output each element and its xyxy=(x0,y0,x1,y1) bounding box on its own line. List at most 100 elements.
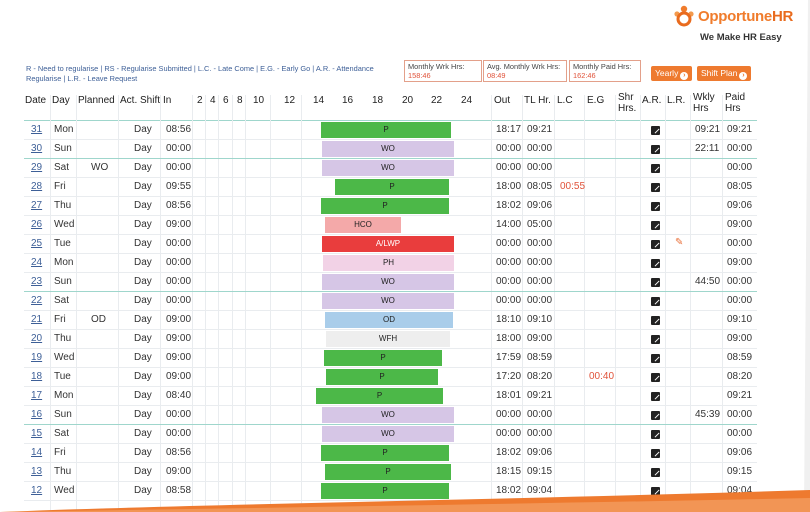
out-time-cell: 00:00 xyxy=(496,295,522,306)
attendance-regularise-icon[interactable] xyxy=(651,221,660,230)
attendance-regularise-icon[interactable] xyxy=(651,202,660,211)
paid-hours-cell: 00:00 xyxy=(727,276,753,287)
attendance-status-bar[interactable]: WO xyxy=(322,160,454,176)
date-link[interactable]: 13 xyxy=(31,465,42,479)
shift-plan-button[interactable]: Shift Plan › xyxy=(697,66,752,81)
attendance-status-bar[interactable]: P xyxy=(326,369,438,385)
attendance-status-bar[interactable]: P xyxy=(321,445,449,461)
brand-logo: OpportuneHR We Make HR Easy xyxy=(668,2,810,46)
attendance-regularise-icon[interactable] xyxy=(651,259,660,268)
date-link[interactable]: 26 xyxy=(31,218,42,232)
col-header-paid-hrs: Paid Hrs xyxy=(725,92,746,114)
out-time-cell: 00:00 xyxy=(496,276,522,287)
attendance-status-bar[interactable]: WO xyxy=(322,141,454,157)
attendance-status-bar[interactable]: P xyxy=(321,483,449,499)
col-header-tl-hr: TL Hr. xyxy=(524,95,551,106)
out-time-cell: 18:10 xyxy=(496,314,522,325)
attendance-regularise-icon[interactable] xyxy=(651,278,660,287)
attendance-regularise-icon[interactable] xyxy=(651,373,660,382)
date-link[interactable]: 28 xyxy=(31,180,42,194)
attendance-regularise-icon[interactable] xyxy=(651,164,660,173)
total-hours-cell: 00:00 xyxy=(527,162,553,173)
attendance-status-bar[interactable]: P xyxy=(324,350,442,366)
paid-hours-cell: 08:05 xyxy=(727,181,753,192)
in-time-cell: 09:00 xyxy=(166,219,192,230)
attendance-status-bar[interactable]: A/LWP xyxy=(322,236,454,252)
attendance-status-bar[interactable]: P xyxy=(325,464,451,480)
date-link[interactable]: 14 xyxy=(31,446,42,460)
table-row: 17 Mon Day 08:40 18:01 09:21 09:21 P xyxy=(24,387,757,406)
attendance-status-bar[interactable]: OD xyxy=(325,312,453,328)
attendance-status-bar[interactable]: WO xyxy=(322,407,454,423)
attendance-regularise-icon[interactable] xyxy=(651,430,660,439)
day-cell: Wed xyxy=(54,219,75,230)
attendance-regularise-icon[interactable] xyxy=(651,145,660,154)
date-link[interactable]: 27 xyxy=(31,199,42,213)
attendance-status-bar[interactable]: WO xyxy=(322,426,454,442)
total-hours-cell: 09:00 xyxy=(527,333,553,344)
attendance-status-bar[interactable]: WO xyxy=(322,274,454,290)
attendance-regularise-icon[interactable] xyxy=(651,335,660,344)
col-header-leave-request: L.R. xyxy=(667,95,686,106)
total-hours-cell: 05:00 xyxy=(527,219,553,230)
attendance-regularise-icon[interactable] xyxy=(651,449,660,458)
attendance-status-bar[interactable]: P xyxy=(321,122,451,138)
total-hours-cell: 09:06 xyxy=(527,447,553,458)
date-link[interactable]: 19 xyxy=(31,351,42,365)
timeline-hour-label: 12 xyxy=(284,95,296,106)
attendance-status-bar[interactable]: WO xyxy=(322,293,454,309)
date-link[interactable]: 22 xyxy=(31,294,42,308)
date-link[interactable]: 31 xyxy=(31,123,42,137)
leave-request-edit-icon[interactable]: ✎ xyxy=(675,238,685,248)
day-cell: Sun xyxy=(54,143,72,154)
attendance-regularise-icon[interactable] xyxy=(651,240,660,249)
date-link[interactable]: 12 xyxy=(31,484,42,498)
attendance-regularise-icon[interactable] xyxy=(651,183,660,192)
date-link[interactable]: 23 xyxy=(31,275,42,289)
attendance-regularise-icon[interactable] xyxy=(651,468,660,477)
act-shift-cell: Day xyxy=(134,390,152,401)
date-link[interactable]: 18 xyxy=(31,370,42,384)
date-link[interactable]: 30 xyxy=(31,142,42,156)
day-cell: Thu xyxy=(54,333,72,344)
table-row: 27 Thu Day 08:56 18:02 09:06 09:06 P xyxy=(24,197,757,216)
decorative-edge xyxy=(804,0,810,512)
day-cell: Fri xyxy=(54,447,66,458)
attendance-regularise-icon[interactable] xyxy=(651,126,660,135)
attendance-status-bar[interactable]: WFH xyxy=(326,331,450,347)
date-link[interactable]: 16 xyxy=(31,408,42,422)
date-link[interactable]: 29 xyxy=(31,161,42,175)
attendance-regularise-icon[interactable] xyxy=(651,411,660,420)
yearly-button[interactable]: Yearly › xyxy=(651,66,693,81)
attendance-status-bar[interactable]: HCO xyxy=(325,217,401,233)
attendance-regularise-icon[interactable] xyxy=(651,354,660,363)
attendance-status-bar[interactable]: PH xyxy=(323,255,454,271)
in-time-cell: 08:40 xyxy=(166,390,192,401)
date-link[interactable]: 25 xyxy=(31,237,42,251)
attendance-status-bar[interactable]: P xyxy=(321,198,449,214)
table-row: 19 Wed Day 09:00 17:59 08:59 08:59 P xyxy=(24,349,757,368)
timeline-hour-label: 18 xyxy=(372,95,384,106)
date-link[interactable]: 17 xyxy=(31,389,42,403)
attendance-status-bar[interactable]: P xyxy=(335,179,449,195)
table-row: 25 Tue Day 00:00 00:00 00:00 00:00 A/LWP ✎ xyxy=(24,235,757,254)
day-cell: Mon xyxy=(54,124,74,135)
arrow-right-icon: › xyxy=(739,72,748,80)
date-link[interactable]: 15 xyxy=(31,427,42,441)
col-header-planned: Planned xyxy=(78,95,115,106)
attendance-status-bar[interactable]: P xyxy=(316,388,443,404)
attendance-regularise-icon[interactable] xyxy=(651,316,660,325)
act-shift-cell: Day xyxy=(134,352,152,363)
attendance-regularise-icon[interactable] xyxy=(651,392,660,401)
date-link[interactable]: 24 xyxy=(31,256,42,270)
out-time-cell: 00:00 xyxy=(496,409,522,420)
attendance-regularise-icon[interactable] xyxy=(651,487,660,496)
timeline-hour-label: 16 xyxy=(342,95,354,106)
paid-hours-cell: 00:00 xyxy=(727,143,753,154)
early-go-cell: 00:40 xyxy=(589,371,615,382)
attendance-regularise-icon[interactable] xyxy=(651,297,660,306)
date-link[interactable]: 21 xyxy=(31,313,42,327)
paid-hours-cell: 09:06 xyxy=(727,447,753,458)
date-link[interactable]: 20 xyxy=(31,332,42,346)
paid-hours-cell: 09:10 xyxy=(727,314,753,325)
